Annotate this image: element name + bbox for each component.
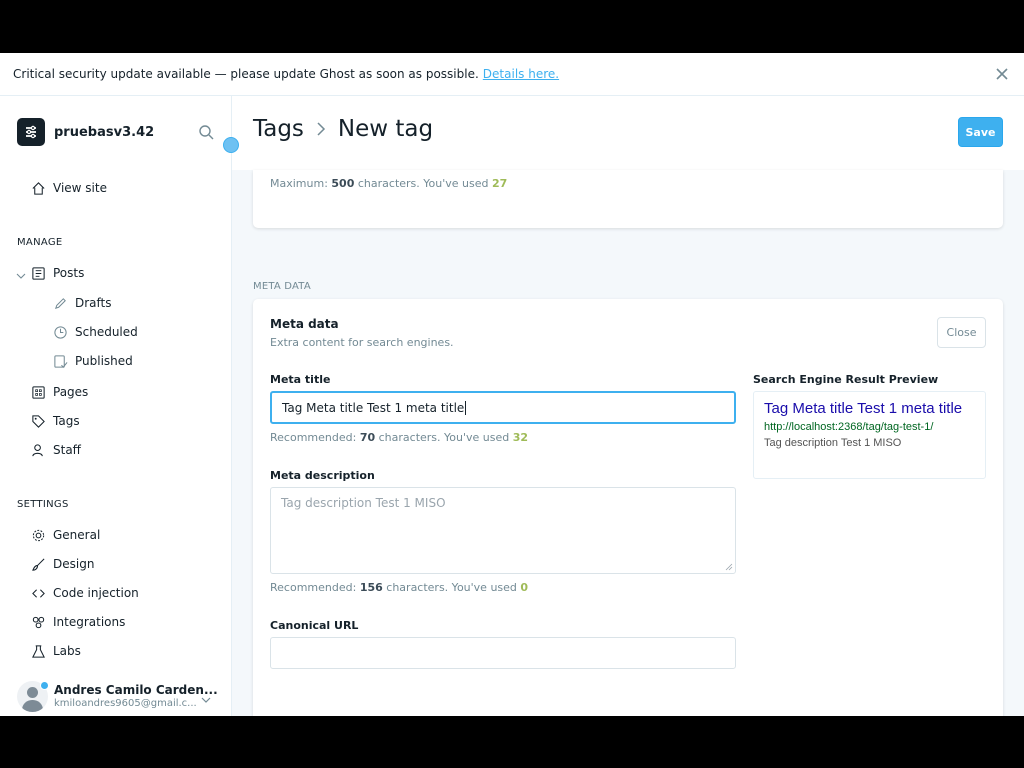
app-window: Critical security update available — ple… <box>0 53 1024 716</box>
close-button[interactable]: Close <box>937 317 986 348</box>
sidebar-item-scheduled[interactable]: Scheduled <box>53 322 138 342</box>
sidebar-item-label: Tags <box>53 414 80 428</box>
chevron-down-icon[interactable] <box>200 694 212 706</box>
chevron-down-icon[interactable] <box>16 271 26 281</box>
sidebar-item-label: Posts <box>53 266 85 280</box>
sidebar-item-label: Labs <box>53 644 81 658</box>
canonical-url-label: Canonical URL <box>270 619 359 632</box>
page-title: New tag <box>337 116 434 142</box>
serp-description: Tag description Test 1 MISO <box>764 436 902 449</box>
sidebar-item-label: Pages <box>53 385 89 399</box>
meta-description-label: Meta description <box>270 469 375 482</box>
sidebar-item-label: Staff <box>53 443 81 457</box>
sidebar-item-label: General <box>53 528 101 542</box>
sidebar-resize-handle[interactable] <box>223 137 239 153</box>
sidebar-item-label: Published <box>75 354 133 368</box>
meta-data-section-heading: META DATA <box>253 281 311 292</box>
serp-preview: Tag Meta title Test 1 meta title http://… <box>753 391 986 479</box>
meta-description-placeholder: Tag description Test 1 MISO <box>281 496 446 510</box>
meta-data-title: Meta data <box>270 317 339 331</box>
search-icon[interactable] <box>198 124 214 140</box>
tag-icon <box>32 414 45 428</box>
canonical-url-input[interactable] <box>270 637 736 669</box>
meta-data-subtitle: Extra content for search engines. <box>270 336 454 349</box>
save-button[interactable]: Save <box>958 117 1003 147</box>
serp-preview-label: Search Engine Result Preview <box>753 373 939 386</box>
sidebar-item-code-injection[interactable]: Code injection <box>31 583 139 603</box>
banner-details-link[interactable]: Details here. <box>483 67 559 81</box>
meta-description-hint: Recommended: 156 characters. You've used… <box>270 581 529 594</box>
sidebar-item-label: Code injection <box>53 586 139 600</box>
meta-title-hint: Recommended: 70 characters. You've used … <box>270 431 529 444</box>
view-site-link[interactable]: View site <box>31 178 107 198</box>
clock-icon <box>54 325 67 339</box>
published-icon <box>54 354 68 368</box>
close-icon[interactable] <box>994 66 1010 82</box>
meta-title-input[interactable]: Tag Meta title Test 1 meta title <box>270 391 736 424</box>
notification-dot <box>40 681 49 690</box>
serp-url: http://localhost:2368/tag/tag-test-1/ <box>764 420 934 433</box>
user-name: Andres Camilo Carden... <box>54 683 218 698</box>
description-card: Maximum: 500 characters. You've used 27 <box>253 170 1003 228</box>
sidebar-item-tags[interactable]: Tags <box>31 411 80 431</box>
meta-title-label: Meta title <box>270 373 331 386</box>
serp-title: Tag Meta title Test 1 meta title <box>764 400 963 417</box>
sidebar-item-staff[interactable]: Staff <box>31 440 81 460</box>
code-icon <box>32 588 45 598</box>
site-name: pruebasv3.42 <box>54 124 155 140</box>
ghost-logo-icon <box>17 118 45 146</box>
view-site-label: View site <box>53 181 107 195</box>
description-hint: Maximum: 500 characters. You've used 27 <box>270 177 508 190</box>
sidebar-item-published[interactable]: Published <box>53 351 133 371</box>
site-brand[interactable]: pruebasv3.42 <box>17 118 154 146</box>
meta-title-value: Tag Meta title Test 1 meta title <box>282 400 465 415</box>
page-header: Tags New tag Save <box>232 96 1024 170</box>
banner-text: Critical security update available — ple… <box>13 67 479 81</box>
sidebar-item-design[interactable]: Design <box>31 554 94 574</box>
sidebar-item-posts[interactable]: Posts <box>31 263 84 283</box>
sidebar-item-general[interactable]: General <box>31 525 100 545</box>
flask-icon <box>32 644 45 658</box>
sidebar-item-labs[interactable]: Labs <box>31 641 81 661</box>
meta-description-input[interactable]: Tag description Test 1 MISO <box>270 487 736 574</box>
integrations-icon <box>32 616 45 628</box>
home-icon <box>32 181 45 195</box>
sidebar-item-label: Integrations <box>53 615 126 629</box>
chevron-right-icon <box>317 122 325 136</box>
sidebar-item-label: Scheduled <box>75 325 138 339</box>
staff-icon <box>32 443 43 456</box>
resize-handle-icon[interactable] <box>725 563 733 571</box>
settings-heading: SETTINGS <box>17 499 69 510</box>
breadcrumb: Tags New tag <box>253 116 433 142</box>
posts-icon <box>32 266 45 280</box>
gear-icon <box>32 529 45 541</box>
security-banner: Critical security update available — ple… <box>0 53 1024 96</box>
sidebar-item-label: Drafts <box>75 296 112 310</box>
sidebar-item-label: Design <box>53 557 95 571</box>
sidebar-item-integrations[interactable]: Integrations <box>31 612 125 632</box>
breadcrumb-tags-link[interactable]: Tags <box>253 116 304 142</box>
user-email: kmiloandres9605@gmail.c... <box>54 697 197 709</box>
main-content: Tags New tag Save Maximum: 500 character… <box>232 96 1024 716</box>
manage-heading: MANAGE <box>17 237 63 248</box>
pages-icon <box>32 385 45 399</box>
sidebar-item-pages[interactable]: Pages <box>31 382 88 402</box>
meta-data-card: Meta data Extra content for search engin… <box>253 299 1003 716</box>
sidebar: pruebasv3.42 View site MANAGE Posts Draf… <box>0 96 232 716</box>
pencil-icon <box>54 297 66 309</box>
brush-icon <box>32 558 45 571</box>
sidebar-item-drafts[interactable]: Drafts <box>53 293 112 313</box>
